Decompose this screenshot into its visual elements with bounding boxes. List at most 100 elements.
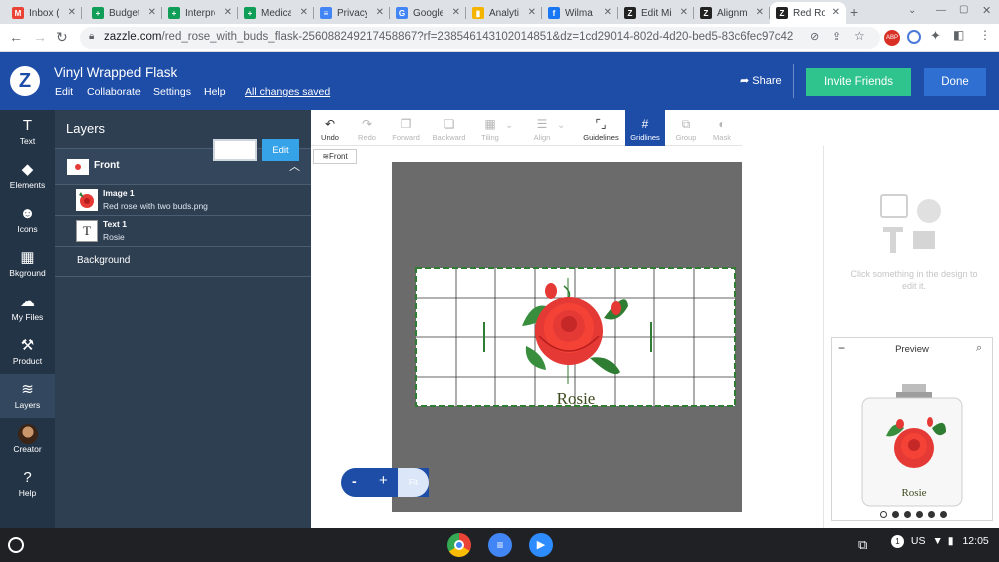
close-tab-icon[interactable]: ✕ bbox=[376, 7, 384, 18]
close-window-icon[interactable]: ✕ bbox=[982, 4, 991, 17]
rail-item-product[interactable]: ⚒ Product bbox=[0, 330, 55, 374]
preview-text: Rosie bbox=[901, 487, 926, 499]
status-tray[interactable]: 1 US ▼ ▮ 12:05 bbox=[891, 535, 989, 548]
close-tab-icon[interactable]: ✕ bbox=[756, 7, 764, 18]
close-tab-icon[interactable]: ✕ bbox=[300, 7, 308, 18]
tab-search-icon[interactable]: ⌄ bbox=[908, 5, 916, 16]
rail-item-elements[interactable]: ◆ Elements bbox=[0, 154, 55, 198]
close-tab-icon[interactable]: ✕ bbox=[680, 7, 688, 18]
preview-view-dot[interactable] bbox=[904, 511, 911, 518]
address-bar[interactable]: 🔒︎ zazzle.com/red_rose_with_buds_flask-2… bbox=[80, 27, 880, 49]
layer-item[interactable]: T Text 1 Rosie bbox=[55, 215, 311, 246]
extension-icon[interactable] bbox=[907, 30, 921, 44]
tiling-button[interactable]: ▦ Tiling bbox=[473, 110, 507, 146]
browser-tab[interactable]: G Google ✕ bbox=[390, 2, 466, 24]
browser-tab[interactable]: f Wilma ✕ bbox=[542, 2, 618, 24]
text-layer-thumbnail: T bbox=[76, 220, 98, 242]
chrome-icon[interactable] bbox=[447, 533, 471, 557]
forward-button[interactable]: ❐ Forward bbox=[387, 110, 425, 146]
layer-detail: Red rose with two buds.png bbox=[103, 201, 208, 211]
browser-menu-icon[interactable]: ⋮ bbox=[979, 28, 991, 42]
preview-view-dot[interactable] bbox=[928, 511, 935, 518]
zoom-in-button[interactable]: + bbox=[379, 472, 388, 489]
browser-tab[interactable]: ≡ Privacy ✕ bbox=[314, 2, 390, 24]
browser-tab[interactable]: + Medica ✕ bbox=[238, 2, 314, 24]
done-button[interactable]: Done bbox=[924, 68, 986, 96]
preview-title: Preview bbox=[895, 344, 929, 355]
preview-view-dot[interactable] bbox=[916, 511, 923, 518]
gridlines-button[interactable]: # Gridlines bbox=[625, 110, 665, 146]
browser-tab[interactable]: M Inbox (✕ bbox=[6, 2, 82, 24]
close-tab-icon[interactable]: ✕ bbox=[148, 7, 156, 18]
close-tab-icon[interactable]: ✕ bbox=[832, 7, 840, 18]
layer-item[interactable]: Image 1 Red rose with two buds.png bbox=[55, 184, 311, 215]
rail-item-layers[interactable]: ≋ Layers bbox=[0, 374, 55, 418]
share-button[interactable]: ➦ Share bbox=[740, 74, 782, 87]
align-chevron-icon[interactable]: ⌄ bbox=[557, 120, 565, 131]
share-page-icon[interactable]: ⇪ bbox=[832, 30, 841, 43]
group-button[interactable]: ⧉ Group bbox=[669, 110, 703, 146]
browser-tab[interactable]: Z Edit Mi ✕ bbox=[618, 2, 694, 24]
back-icon[interactable]: ← bbox=[9, 29, 23, 45]
browser-tab[interactable]: Z Red Ro ✕ bbox=[770, 2, 846, 24]
minimize-icon[interactable]: — bbox=[936, 5, 946, 16]
rail-item-bkground[interactable]: ▦ Bkground bbox=[0, 242, 55, 286]
close-tab-icon[interactable]: ✕ bbox=[604, 7, 612, 18]
save-status-link[interactable]: All changes saved bbox=[245, 86, 330, 98]
guidelines-button[interactable]: ⌜⌟ Guidelines bbox=[579, 110, 623, 146]
rail-item-icons[interactable]: ☻ Icons bbox=[0, 198, 55, 242]
close-tab-icon[interactable]: ✕ bbox=[452, 7, 460, 18]
side-panel-icon[interactable]: ◧ bbox=[953, 28, 964, 42]
invite-friends-button[interactable]: Invite Friends bbox=[806, 68, 911, 96]
zoom-out-button[interactable]: - bbox=[352, 473, 357, 489]
tool-label: Mask bbox=[713, 133, 731, 142]
backward-button[interactable]: ❏ Backward bbox=[427, 110, 471, 146]
maximize-icon[interactable]: ▢ bbox=[959, 4, 968, 15]
browser-tab[interactable]: Z Alignm ✕ bbox=[694, 2, 770, 24]
browser-tab[interactable]: ▮ Analyti ✕ bbox=[466, 2, 542, 24]
forward-icon[interactable]: → bbox=[33, 29, 47, 45]
side-label[interactable]: ≋ Front bbox=[313, 149, 357, 164]
preview-view-dot[interactable] bbox=[880, 511, 887, 518]
design-area[interactable]: Rosie bbox=[414, 266, 737, 416]
reload-icon[interactable]: ↻ bbox=[56, 29, 68, 46]
zazzle-logo[interactable]: Z bbox=[10, 66, 40, 96]
docs-icon: ≡ bbox=[320, 7, 332, 19]
mask-button[interactable]: ◐ Mask bbox=[705, 110, 739, 146]
browser-tab[interactable]: + Interpret ✕ bbox=[162, 2, 238, 24]
lock-icon[interactable]: 🔒︎ bbox=[89, 31, 94, 42]
preview-view-dot[interactable] bbox=[892, 511, 899, 518]
menu-settings[interactable]: Settings bbox=[153, 86, 191, 98]
rail-item-text[interactable]: T Text bbox=[0, 110, 55, 154]
preview-view-dot[interactable] bbox=[940, 511, 947, 518]
close-tab-icon[interactable]: ✕ bbox=[224, 7, 232, 18]
undo-button[interactable]: ↶ Undo bbox=[313, 110, 347, 146]
docs-icon[interactable]: ≡ bbox=[488, 533, 512, 557]
background-color-swatch[interactable] bbox=[213, 139, 257, 161]
camera-off-icon[interactable]: ⊘ bbox=[810, 30, 819, 43]
menu-collaborate[interactable]: Collaborate bbox=[87, 86, 141, 98]
rail-item-creator[interactable]: Creator bbox=[0, 418, 55, 462]
tiling-chevron-icon[interactable]: ⌄ bbox=[505, 120, 513, 131]
tool-label: Forward bbox=[392, 133, 420, 142]
background-edit-button[interactable]: Edit bbox=[262, 139, 299, 161]
adblock-extension-icon[interactable]: ABP bbox=[884, 30, 900, 46]
align-button[interactable]: ☰ Align bbox=[525, 110, 559, 146]
screen-capture-icon[interactable]: ⧉ bbox=[858, 537, 867, 553]
rail-item-my-files[interactable]: ☁ My Files bbox=[0, 286, 55, 330]
rail-item-help[interactable]: ? Help bbox=[0, 462, 55, 506]
magnify-icon[interactable]: ⌕ bbox=[976, 342, 982, 355]
launcher-icon[interactable] bbox=[8, 537, 24, 553]
flask-preview-image[interactable]: Rosie bbox=[860, 382, 966, 508]
redo-button[interactable]: ↷ Redo bbox=[349, 110, 385, 146]
zoom-icon[interactable]: ▶ bbox=[529, 533, 553, 557]
close-tab-icon[interactable]: ✕ bbox=[68, 7, 76, 18]
zoom-fit-button[interactable]: Fit bbox=[398, 468, 429, 497]
menu-edit[interactable]: Edit bbox=[55, 86, 73, 98]
bookmark-star-icon[interactable]: ☆ bbox=[854, 29, 865, 43]
browser-tab[interactable]: + Budget ✕ bbox=[86, 2, 162, 24]
close-tab-icon[interactable]: ✕ bbox=[528, 7, 536, 18]
new-tab-button[interactable]: + bbox=[850, 4, 858, 20]
extensions-puzzle-icon[interactable]: ✦ bbox=[930, 28, 941, 44]
menu-help[interactable]: Help bbox=[204, 86, 226, 98]
